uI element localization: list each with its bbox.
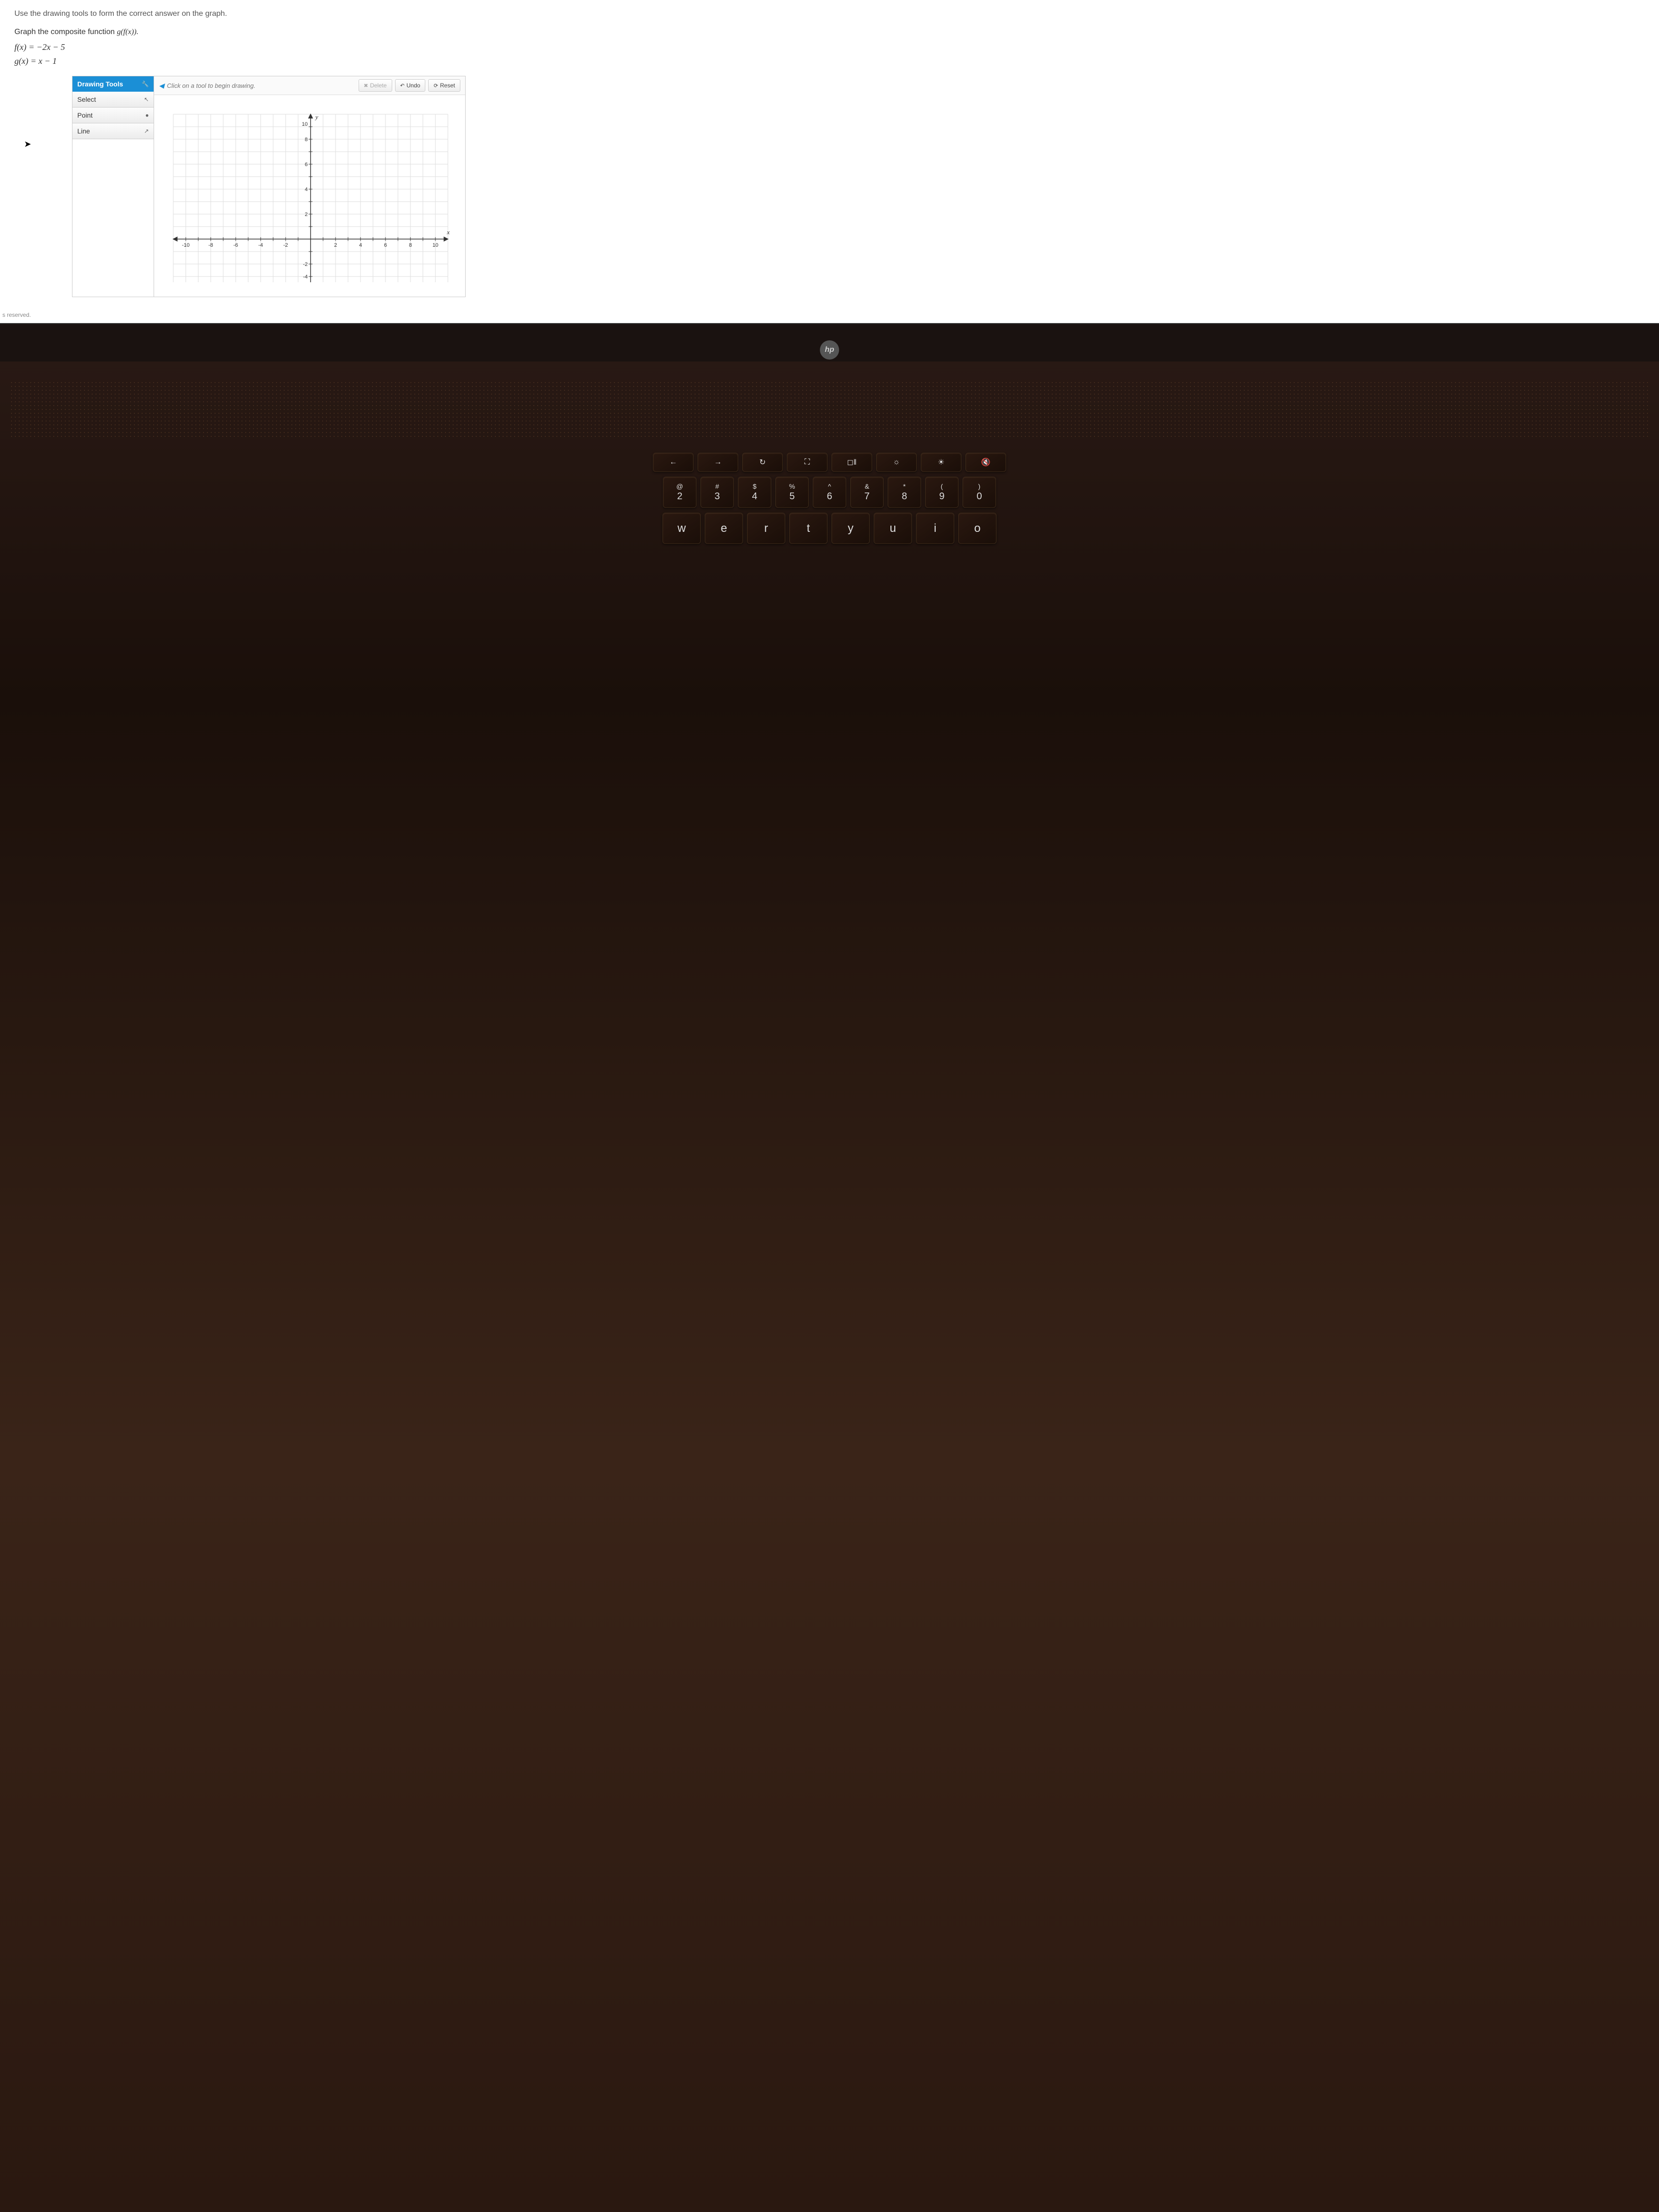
delete-button[interactable]: ✖ Delete — [359, 79, 392, 92]
hint-arrow-icon: ◀ — [159, 82, 164, 90]
tool-select[interactable]: Select ↖ — [72, 92, 154, 108]
wrench-icon: 🔧 — [142, 81, 149, 87]
coordinate-grid[interactable]: -10 -8 -6 -4 -2 2 4 6 8 10 -4 -2 — [154, 95, 465, 297]
key-num: )0 — [962, 477, 996, 508]
laptop-physical: ◉ hp ←→↻⛶◻‖☼☀🔇 @2#3$4%5^6&7*8(9)0 wertyu… — [0, 323, 1659, 2212]
key-fn: ↻ — [742, 453, 783, 472]
key-fn: ☀ — [921, 453, 962, 472]
key-letter: o — [958, 513, 997, 544]
svg-text:8: 8 — [409, 242, 412, 248]
reset-icon: ⟳ — [433, 83, 438, 89]
undo-button[interactable]: ↶ Undo — [395, 79, 426, 92]
delete-icon: ✖ — [364, 83, 368, 89]
svg-text:-4: -4 — [303, 274, 308, 280]
key-fn: ⛶ — [787, 453, 828, 472]
svg-text:4: 4 — [305, 187, 308, 192]
tool-point[interactable]: Point ● — [72, 108, 154, 123]
footer-text: s reserved. — [0, 307, 1659, 323]
svg-text:-2: -2 — [303, 262, 308, 267]
svg-text:10: 10 — [302, 121, 308, 127]
svg-text:-4: -4 — [258, 242, 263, 248]
keyboard: ←→↻⛶◻‖☼☀🔇 @2#3$4%5^6&7*8(9)0 wertyuio — [0, 448, 1659, 553]
svg-text:2: 2 — [305, 212, 308, 217]
drawing-tools-header: Drawing Tools 🔧 — [72, 76, 154, 92]
svg-text:8: 8 — [305, 137, 308, 143]
graph-tool: Drawing Tools 🔧 Select ↖ Point ● Line ↗ … — [72, 76, 466, 297]
key-letter: y — [831, 513, 870, 544]
key-num: *8 — [888, 477, 921, 508]
drawing-tools-panel: Drawing Tools 🔧 Select ↖ Point ● Line ↗ — [72, 76, 154, 297]
svg-text:-6: -6 — [233, 242, 238, 248]
graph-toolbar: ◀ Click on a tool to begin drawing. ✖ De… — [154, 76, 465, 95]
point-icon: ● — [145, 112, 149, 119]
select-icon: ↖ — [144, 96, 149, 103]
key-fn: ← — [653, 453, 694, 472]
key-num: %5 — [775, 477, 809, 508]
svg-text:-8: -8 — [208, 242, 213, 248]
key-letter: e — [705, 513, 743, 544]
tool-line[interactable]: Line ↗ — [72, 123, 154, 139]
svg-text:-10: -10 — [182, 242, 190, 248]
question-text: Graph the composite function g(f(x)). — [14, 28, 1645, 36]
equation-f: f(x) = −2x − 5 — [14, 42, 1645, 52]
key-letter: u — [874, 513, 912, 544]
equation-g: g(x) = x − 1 — [14, 56, 1645, 66]
key-num: (9 — [925, 477, 959, 508]
key-letter: i — [916, 513, 954, 544]
key-letter: r — [747, 513, 785, 544]
svg-text:6: 6 — [384, 242, 387, 248]
svg-text:y: y — [314, 113, 318, 120]
svg-text:10: 10 — [433, 242, 438, 248]
toolbar-hint: ◀ Click on a tool to begin drawing. — [159, 82, 356, 90]
instruction-text: Use the drawing tools to form the correc… — [14, 10, 1645, 18]
key-num: ^6 — [813, 477, 846, 508]
key-num: $4 — [738, 477, 771, 508]
hp-logo: hp — [820, 340, 839, 360]
cursor-icon: ➤ — [24, 139, 31, 149]
key-fn: → — [697, 453, 738, 472]
key-fn: 🔇 — [965, 453, 1006, 472]
key-letter: w — [662, 513, 701, 544]
key-num: &7 — [850, 477, 884, 508]
key-num: @2 — [663, 477, 697, 508]
svg-text:4: 4 — [359, 242, 362, 248]
reset-button[interactable]: ⟳ Reset — [428, 79, 460, 92]
svg-text:6: 6 — [305, 162, 308, 168]
key-fn: ◻‖ — [831, 453, 872, 472]
svg-text:-2: -2 — [283, 242, 288, 248]
key-letter: t — [789, 513, 828, 544]
svg-text:2: 2 — [334, 242, 337, 248]
key-fn: ☼ — [876, 453, 917, 472]
svg-text:x: x — [446, 228, 450, 236]
undo-icon: ↶ — [400, 83, 405, 89]
speaker-grille — [10, 381, 1649, 438]
line-icon: ↗ — [144, 128, 149, 134]
key-num: #3 — [700, 477, 734, 508]
